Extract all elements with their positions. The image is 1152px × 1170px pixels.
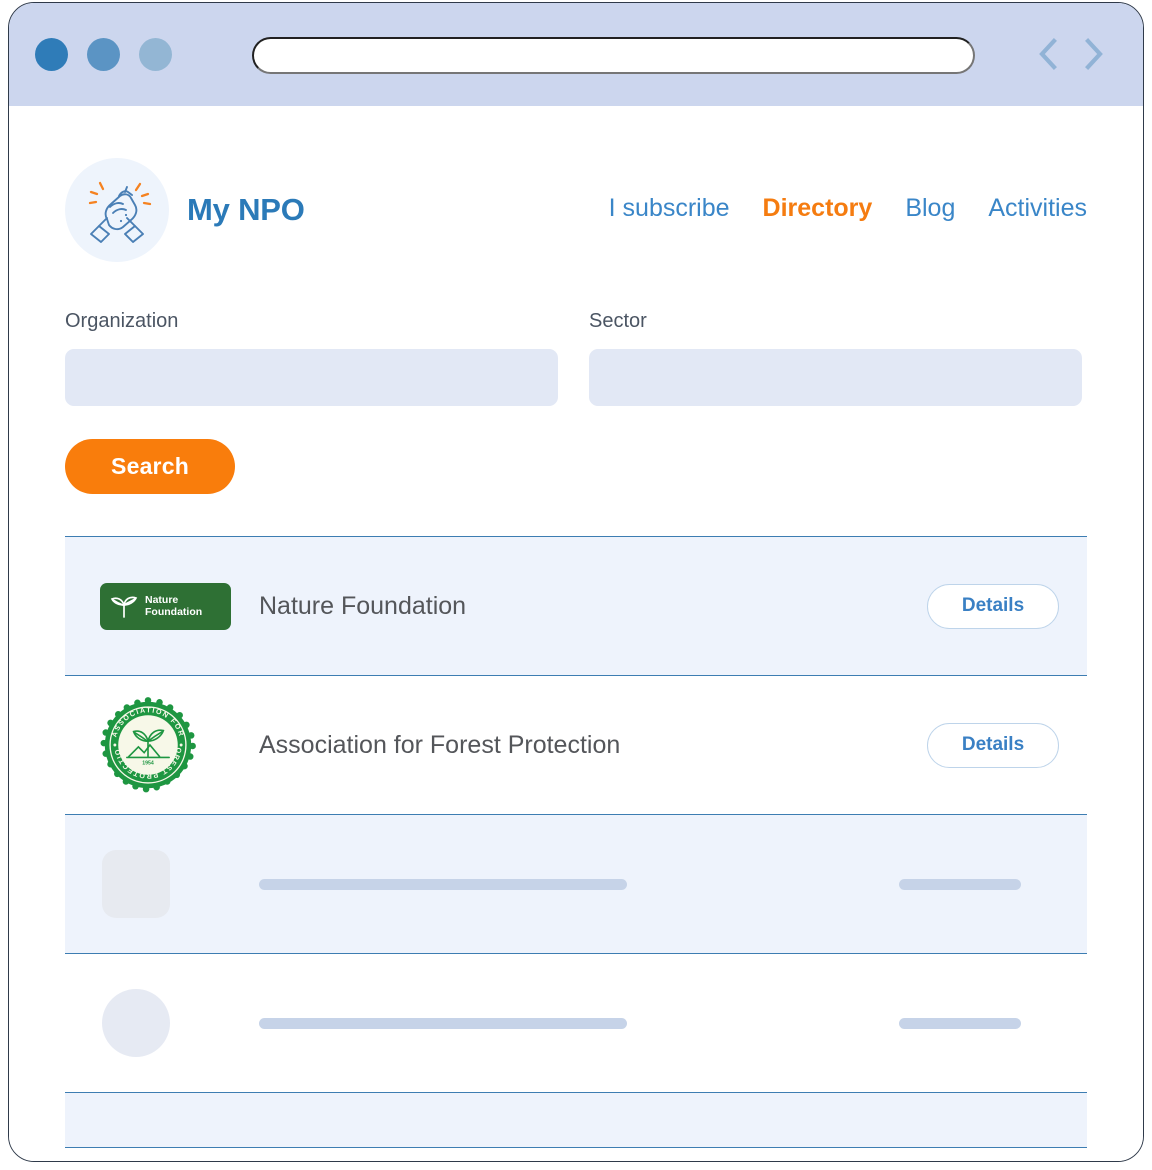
row-logo: ASSOCIATION FOR FOREST PROTECTION [100,697,238,793]
brand-name: My NPO [187,192,305,227]
nature-foundation-logo-text: Nature Foundation [145,594,202,619]
details-button[interactable]: Details [927,583,1059,629]
browser-nav-arrows [1034,35,1108,73]
window-dot-maximize[interactable] [139,38,172,71]
organization-input[interactable] [65,349,558,406]
forward-button[interactable] [1082,35,1108,73]
avatar-placeholder [102,850,170,918]
nature-foundation-badge: Nature Foundation [100,582,231,630]
site-header: My NPO I subscribe Directory Blog Activi… [65,106,1087,262]
chevron-right-icon [1085,38,1103,70]
address-bar-input[interactable] [252,37,975,74]
nf-logo-line-2: Foundation [145,606,203,618]
table-row[interactable]: ASSOCIATION FOR FOREST PROTECTION [65,676,1087,815]
nav-item-activities[interactable]: Activities [988,194,1087,223]
page-content: My NPO I subscribe Directory Blog Activi… [9,106,1143,1161]
window-controls [35,38,172,71]
back-button[interactable] [1034,35,1060,73]
nav-item-directory[interactable]: Directory [763,194,873,223]
table-row [65,954,1087,1093]
results-list: Nature Foundation Nature Foundation Deta… [65,536,1087,1148]
search-button[interactable]: Search [65,439,235,494]
row-logo-placeholder [100,989,238,1057]
sector-field-group: Sector [589,310,1082,406]
organization-label: Organization [65,310,179,332]
search-form: Organization Sector [65,310,1087,406]
row-logo-placeholder [100,850,238,918]
table-row[interactable]: Nature Foundation Nature Foundation Deta… [65,537,1087,676]
avatar-placeholder [102,989,170,1057]
nav-item-blog[interactable]: Blog [905,194,955,223]
window-dot-close[interactable] [35,38,68,71]
nf-logo-line-1: Nature [145,593,179,606]
nav-item-i-subscribe[interactable]: I subscribe [609,194,730,223]
brand-logo [65,158,169,262]
sector-input[interactable] [589,349,1082,406]
organization-name: Nature Foundation [259,591,467,620]
row-logo: Nature Foundation [100,582,238,630]
table-row [65,815,1087,954]
chevron-left-icon [1039,38,1057,70]
details-button[interactable]: Details [927,722,1059,768]
text-placeholder [259,1017,627,1029]
forest-seal-icon: ASSOCIATION FOR FOREST PROTECTION [100,697,196,793]
organization-field-group: Organization [65,310,558,406]
browser-chrome-bar [9,3,1143,106]
brand[interactable]: My NPO [65,158,305,262]
sector-label: Sector [589,310,647,332]
window-dot-minimize[interactable] [87,38,120,71]
action-placeholder [899,1017,1021,1029]
seal-year: 1954 [142,761,154,767]
leaf-sprout-icon [110,596,138,618]
browser-window: My NPO I subscribe Directory Blog Activi… [8,2,1144,1162]
main-nav: I subscribe Directory Blog Activities [609,194,1087,227]
text-placeholder [259,878,627,890]
action-placeholder [899,878,1021,890]
clasped-hands-icon [88,181,152,243]
organization-name: Association for Forest Protection [259,730,621,759]
table-row [65,1093,1087,1148]
